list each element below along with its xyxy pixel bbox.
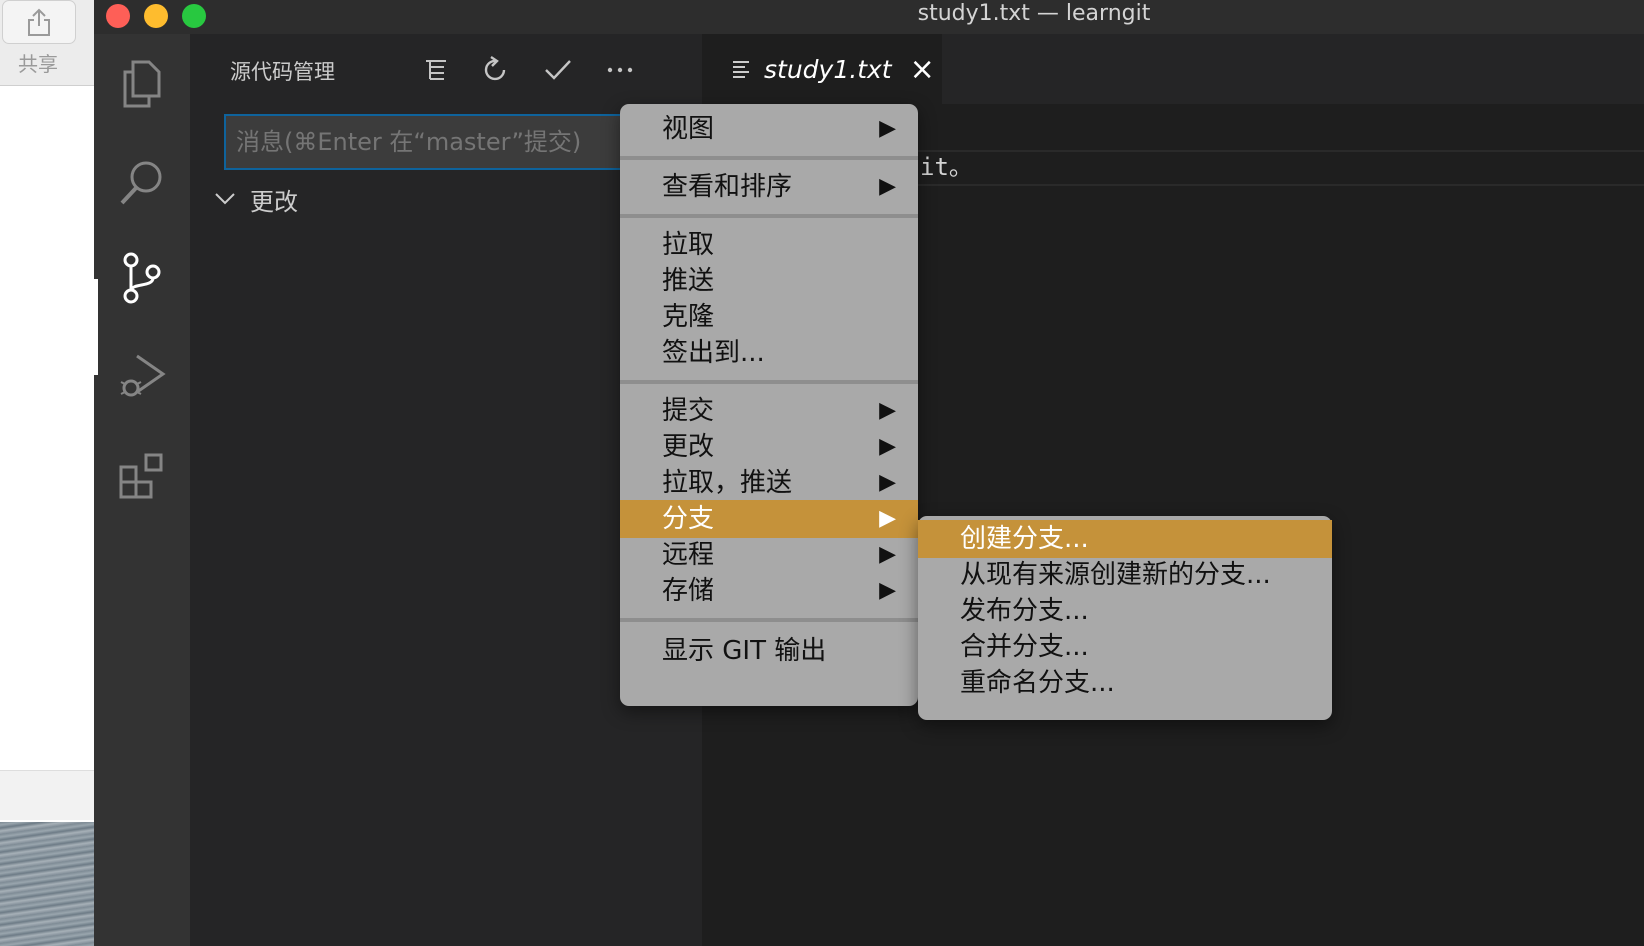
submenu-item-publish-branch[interactable]: 发布分支... <box>918 592 1332 630</box>
menu-item-remote[interactable]: 远程 ▶ <box>620 536 918 574</box>
explorer-icon[interactable] <box>94 34 190 134</box>
more-actions-icon[interactable] <box>600 52 640 88</box>
search-icon[interactable] <box>94 132 190 232</box>
submenu-item-rename-branch[interactable]: 重命名分支... <box>918 664 1332 702</box>
changes-group-header[interactable]: 更改 <box>214 179 298 219</box>
window-title: study1.txt — learngit <box>917 1 1151 26</box>
menu-separator <box>620 156 918 160</box>
editor-visible-text: it。 <box>920 153 973 181</box>
background-toolbar: 共享 <box>0 0 94 86</box>
menu-item-show-git-output[interactable]: 显示 GIT 输出 <box>620 632 918 670</box>
menu-item-stash[interactable]: 存储 ▶ <box>620 572 918 610</box>
submenu-arrow-icon: ▶ <box>879 398 896 423</box>
commit-message-input[interactable] <box>224 114 644 170</box>
changes-label: 更改 <box>250 187 298 216</box>
submenu-item-merge-branch[interactable]: 合并分支... <box>918 628 1332 666</box>
menu-item-pull[interactable]: 拉取 <box>620 226 918 264</box>
submenu-arrow-icon: ▶ <box>879 470 896 495</box>
submenu-item-create-branch[interactable]: 创建分支... <box>918 520 1332 558</box>
submenu-arrow-icon: ▶ <box>879 174 896 199</box>
share-label: 共享 <box>18 52 58 76</box>
background-panel <box>0 770 94 820</box>
menu-item-checkout[interactable]: 签出到... <box>620 334 918 372</box>
activity-bar <box>94 34 190 946</box>
submenu-arrow-icon: ▶ <box>879 578 896 603</box>
submenu-item-create-branch-from[interactable]: 从现有来源创建新的分支... <box>918 556 1332 594</box>
text-file-icon <box>733 61 749 78</box>
background-app: 共享 <box>0 0 94 946</box>
menu-separator <box>620 214 918 218</box>
menu-item-pull-push[interactable]: 拉取，推送 ▶ <box>620 464 918 502</box>
source-control-icon[interactable] <box>94 228 190 328</box>
menu-separator <box>620 380 918 384</box>
submenu-arrow-icon: ▶ <box>879 542 896 567</box>
share-icon <box>28 8 50 36</box>
tab-title: study1.txt <box>764 54 892 84</box>
menu-item-push[interactable]: 推送 <box>620 262 918 300</box>
tab-study1-txt[interactable]: study1.txt × <box>702 34 942 104</box>
more-actions-menu: 视图 ▶ 查看和排序 ▶ 拉取 推送 克隆 签出到... 提交 ▶ 更改 ▶ 拉取，推送… <box>620 104 918 706</box>
menu-item-view-and-sort[interactable]: 查看和排序 ▶ <box>620 168 918 206</box>
menu-item-branch[interactable]: 分支 ▶ <box>620 500 918 538</box>
run-debug-icon[interactable] <box>94 326 190 426</box>
menu-item-commit[interactable]: 提交 ▶ <box>620 392 918 430</box>
menu-separator <box>620 618 918 622</box>
background-photo <box>0 822 94 946</box>
extensions-icon[interactable] <box>94 426 190 526</box>
title-bar: study1.txt — learngit <box>94 0 1644 34</box>
tree-view-icon[interactable] <box>416 52 456 88</box>
panel-title: 源代码管理 <box>230 60 335 84</box>
refresh-icon[interactable] <box>476 52 516 88</box>
share-button[interactable] <box>2 0 76 44</box>
menu-item-changes[interactable]: 更改 ▶ <box>620 428 918 466</box>
menu-item-view[interactable]: 视图 ▶ <box>620 110 918 148</box>
chevron-down-icon <box>215 193 235 205</box>
submenu-arrow-icon: ▶ <box>879 506 896 531</box>
tab-close-icon[interactable]: × <box>910 52 935 87</box>
submenu-arrow-icon: ▶ <box>879 434 896 459</box>
commit-check-icon[interactable] <box>538 52 578 88</box>
submenu-arrow-icon: ▶ <box>879 116 896 141</box>
menu-item-clone[interactable]: 克隆 <box>620 298 918 336</box>
branch-submenu: 创建分支... 从现有来源创建新的分支... 发布分支... 合并分支... 重… <box>918 516 1332 720</box>
editor-tab-bar: study1.txt × <box>702 34 1644 104</box>
